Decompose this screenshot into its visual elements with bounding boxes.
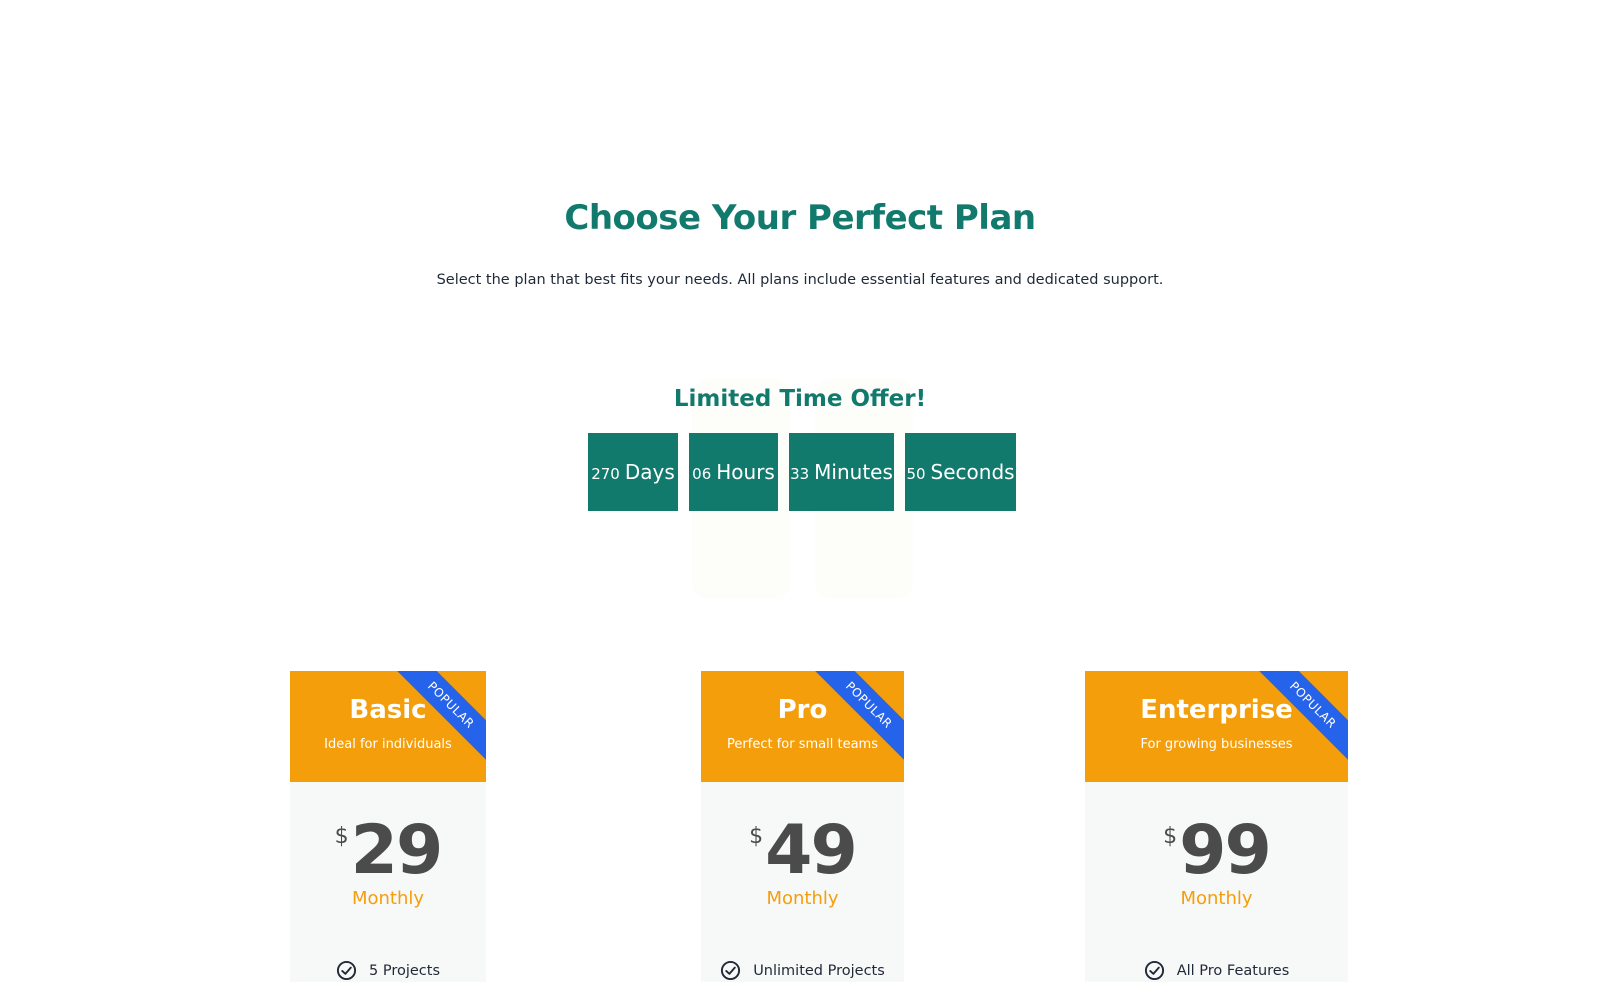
countdown-days: 270 Days	[588, 433, 678, 511]
plan-card-enterprise[interactable]: Enterprise For growing businesses POPULA…	[1085, 671, 1348, 982]
price-amount: 29	[350, 811, 444, 890]
price-currency: $	[749, 824, 764, 849]
feature-label: Unlimited Projects	[753, 962, 885, 979]
plan-card-header: Basic Ideal for individuals POPULAR	[290, 671, 486, 782]
page-title: Choose Your Perfect Plan	[564, 198, 1036, 238]
countdown-seconds-value: 50	[906, 465, 926, 483]
countdown-minutes-value: 33	[790, 465, 810, 483]
price-currency: $	[334, 824, 349, 849]
billing-period: Monthly	[766, 888, 839, 909]
price-amount: 99	[1179, 811, 1272, 890]
countdown-seconds-unit: Seconds	[930, 460, 1015, 484]
countdown-hours-unit: Hours	[716, 460, 775, 484]
plan-description: Perfect for small teams	[727, 737, 878, 752]
countdown-days-value: 270	[591, 465, 620, 483]
plan-card-body: $ 49 Monthly Unlimited Projects	[701, 782, 904, 982]
countdown-minutes: 33 Minutes	[789, 433, 894, 511]
offer-title: Limited Time Offer!	[673, 386, 927, 412]
price-currency: $	[1163, 824, 1178, 849]
countdown-hours: 06 Hours	[689, 433, 778, 511]
plan-price: $ 29	[290, 816, 486, 886]
plan-description: Ideal for individuals	[324, 737, 452, 752]
feature-label: 5 Projects	[369, 962, 440, 979]
billing-period: Monthly	[1180, 888, 1253, 909]
countdown-minutes-unit: Minutes	[814, 460, 893, 484]
plan-price: $ 99	[1085, 816, 1348, 886]
plan-card-body: $ 99 Monthly All Pro Features	[1085, 782, 1348, 982]
page-subtitle: Select the plan that best fits your need…	[436, 272, 1164, 288]
plan-card-body: $ 29 Monthly 5 Projects	[290, 782, 486, 982]
feature-label: All Pro Features	[1176, 962, 1290, 979]
billing-period: Monthly	[351, 888, 425, 909]
plan-card-header: Pro Perfect for small teams POPULAR	[701, 671, 904, 782]
countdown-days-unit: Days	[624, 460, 675, 484]
countdown-seconds: 50 Seconds	[905, 433, 1016, 511]
countdown-hours-value: 06	[692, 465, 712, 483]
plan-card-pro[interactable]: Pro Perfect for small teams POPULAR $ 49…	[701, 671, 904, 982]
plan-price: $ 49	[701, 816, 904, 886]
price-amount: 49	[765, 811, 858, 890]
plan-card-basic[interactable]: Basic Ideal for individuals POPULAR $ 29…	[290, 671, 486, 982]
plan-description: For growing businesses	[1140, 737, 1293, 752]
plan-card-header: Enterprise For growing businesses POPULA…	[1085, 671, 1348, 782]
